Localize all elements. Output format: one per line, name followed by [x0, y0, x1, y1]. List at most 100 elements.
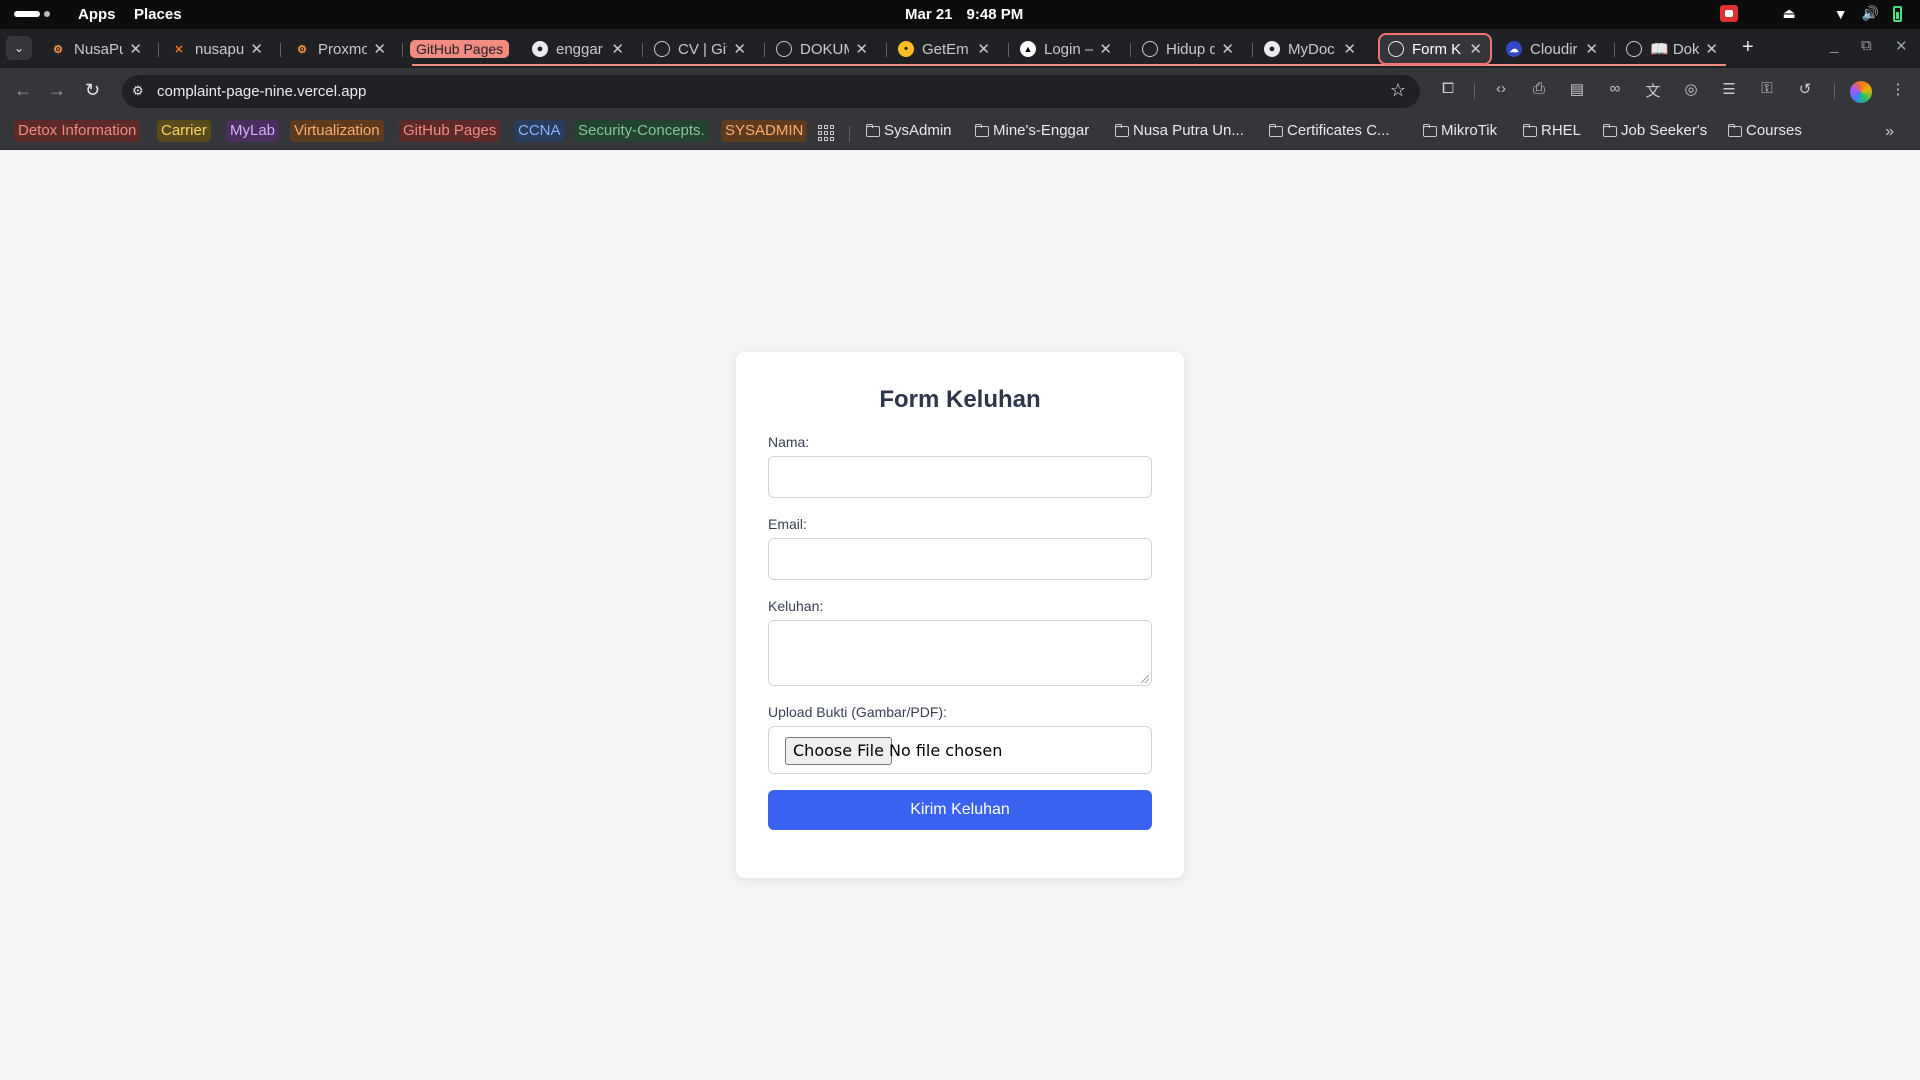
tab-search-button[interactable]: ⌄	[6, 36, 32, 60]
tab-title: Hidup d	[1166, 40, 1216, 58]
apps-menu[interactable]: Apps	[78, 6, 116, 23]
close-tab-icon[interactable]: ✕	[129, 40, 142, 58]
tab-title: CV | Git	[678, 40, 728, 58]
address-bar[interactable]: ⚙ complaint-page-nine.vercel.app ☆	[122, 75, 1420, 108]
reading-list-icon[interactable]: ☰	[1719, 80, 1739, 100]
bookmark-group-security-concepts[interactable]: Security-Concepts.	[574, 120, 709, 142]
bookmark-folder-mines-enggar[interactable]: Mine's-Enggar	[971, 120, 1093, 142]
link-icon[interactable]: ∞	[1605, 80, 1625, 100]
close-tab-icon[interactable]: ✕	[1469, 40, 1482, 58]
tab-dokum[interactable]: DOKUM ✕	[766, 33, 878, 65]
close-tab-icon[interactable]: ✕	[855, 40, 868, 58]
close-tab-icon[interactable]: ✕	[611, 40, 624, 58]
email-input[interactable]	[768, 538, 1152, 580]
clock[interactable]: Mar 21 9:48 PM	[905, 6, 1023, 23]
tab-proxmox[interactable]: ⚙ Proxmo ✕	[284, 33, 396, 65]
bookmark-star-icon[interactable]: ☆	[1390, 80, 1406, 101]
battery-icon[interactable]	[1893, 5, 1902, 22]
minimize-icon[interactable]: _	[1830, 37, 1838, 54]
bookmark-folder-nusa-putra[interactable]: Nusa Putra Un...	[1111, 120, 1248, 142]
bookmark-folder-courses[interactable]: Courses	[1724, 120, 1806, 142]
bookmark-group-detox[interactable]: Detox Information	[14, 120, 141, 142]
tab-dok[interactable]: 📖 Dok ✕	[1616, 33, 1728, 65]
bookmarks-overflow-icon[interactable]: »	[1885, 123, 1894, 141]
bookmark-group-virtualization[interactable]: Virtualization	[290, 120, 384, 142]
file-upload-field: Choose File No file chosen	[768, 726, 1152, 774]
tab-title: Login –	[1044, 40, 1094, 58]
eject-icon[interactable]: ⏏	[1782, 5, 1795, 22]
tab-cloudinary[interactable]: ☁ Cloudir ✕	[1496, 33, 1608, 65]
tab-title: NusaPu	[74, 40, 124, 58]
tab-title: nusapu	[195, 40, 245, 58]
x-logo-icon: ✕	[174, 43, 184, 56]
back-icon[interactable]: ←	[14, 80, 32, 101]
reading-mode-icon[interactable]: ▤	[1567, 80, 1587, 100]
bookmark-group-carrier[interactable]: Carrier	[157, 120, 211, 142]
menu-kebab-icon[interactable]: ⋮	[1888, 80, 1908, 100]
submit-complaint-button[interactable]: Kirim Keluhan	[768, 790, 1152, 830]
wifi-icon[interactable]: ▼	[1834, 6, 1848, 22]
file-status-text: No file chosen	[889, 741, 1003, 760]
choose-file-button[interactable]: Choose File	[785, 737, 892, 765]
tab-nusapu[interactable]: ⚙ NusaPu ✕	[40, 33, 152, 65]
close-tab-icon[interactable]: ✕	[1221, 40, 1234, 58]
name-label: Nama:	[768, 434, 810, 450]
activities-indicator[interactable]	[14, 11, 50, 17]
history-icon[interactable]: ↺	[1795, 80, 1815, 100]
bookmark-folder-mikrotik[interactable]: MikroTik	[1419, 120, 1501, 142]
close-tab-icon[interactable]: ✕	[250, 40, 263, 58]
globe-icon	[1626, 41, 1642, 57]
bookmarks-bar: Detox Information Carrier MyLab Virtuali…	[0, 115, 1920, 150]
volume-icon[interactable]: 🔊	[1862, 5, 1879, 22]
print-icon[interactable]: ⎙	[1529, 80, 1549, 100]
tab-cv-github[interactable]: CV | Git ✕	[644, 33, 756, 65]
forward-icon[interactable]: →	[48, 80, 66, 101]
tab-hidup[interactable]: Hidup d ✕	[1132, 33, 1244, 65]
places-menu[interactable]: Places	[134, 6, 182, 23]
new-tab-button[interactable]: +	[1742, 37, 1754, 57]
close-tab-icon[interactable]: ✕	[373, 40, 386, 58]
apps-grid-icon[interactable]	[818, 125, 834, 141]
github-icon: ●	[1264, 41, 1280, 57]
close-tab-icon[interactable]: ✕	[977, 40, 990, 58]
tab-group-github-pages[interactable]: GitHub Pages	[406, 33, 516, 65]
translate-icon[interactable]: 文	[1643, 80, 1663, 100]
bookmark-group-sysadmin[interactable]: SYSADMIN	[721, 120, 808, 142]
close-tab-icon[interactable]: ✕	[1585, 40, 1598, 58]
bookmark-folder-job-seekers[interactable]: Job Seeker's	[1599, 120, 1711, 142]
screen-share-indicator-icon[interactable]	[1720, 5, 1739, 22]
restore-icon[interactable]: ⧉	[1861, 37, 1872, 54]
extensions-icon[interactable]: ⧠	[1438, 80, 1458, 100]
screenshot-icon[interactable]: ◎	[1681, 80, 1701, 100]
bookmark-group-ccna[interactable]: CCNA	[514, 120, 565, 142]
tab-enggar[interactable]: ● enggar ✕	[522, 33, 634, 65]
url-text[interactable]: complaint-page-nine.vercel.app	[157, 83, 366, 100]
site-info-icon[interactable]: ⚙	[132, 83, 148, 99]
resize-handle-icon[interactable]	[1141, 675, 1149, 683]
tab-title: 📖 Dok	[1650, 41, 1700, 58]
devtools-icon[interactable]: ‹›	[1491, 80, 1511, 100]
email-label: Email:	[768, 516, 807, 532]
close-window-icon[interactable]: ✕	[1895, 37, 1908, 55]
tab-login[interactable]: ▲ Login – ✕	[1010, 33, 1122, 65]
bookmark-folder-sysadmin[interactable]: SysAdmin	[862, 120, 956, 142]
bookmark-folder-certificates[interactable]: Certificates C...	[1265, 120, 1394, 142]
name-input[interactable]	[768, 456, 1152, 498]
tab-title: MyDoc	[1288, 40, 1335, 58]
close-tab-icon[interactable]: ✕	[1099, 40, 1112, 58]
close-tab-icon[interactable]: ✕	[1705, 40, 1718, 58]
password-key-icon[interactable]: ⚿	[1757, 80, 1777, 100]
tab-mydocs[interactable]: ● MyDoc ✕	[1254, 33, 1366, 65]
complaint-textarea[interactable]	[768, 620, 1152, 686]
bookmark-group-mylab[interactable]: MyLab	[226, 120, 280, 142]
bookmark-group-github-pages[interactable]: GitHub Pages	[399, 120, 501, 142]
close-tab-icon[interactable]: ✕	[1343, 40, 1356, 58]
tab-form-keluhan[interactable]: Form K ✕	[1378, 33, 1492, 65]
tab-getemoji[interactable]: • GetEm ✕	[888, 33, 1000, 65]
bookmark-folder-rhel[interactable]: RHEL	[1519, 120, 1585, 142]
profile-avatar[interactable]	[1850, 81, 1872, 103]
reload-icon[interactable]: ↻	[85, 80, 100, 101]
tab-title: enggar	[556, 40, 603, 58]
close-tab-icon[interactable]: ✕	[733, 40, 746, 58]
tab-nusapu-x[interactable]: ✕ nusapu ✕	[161, 33, 273, 65]
